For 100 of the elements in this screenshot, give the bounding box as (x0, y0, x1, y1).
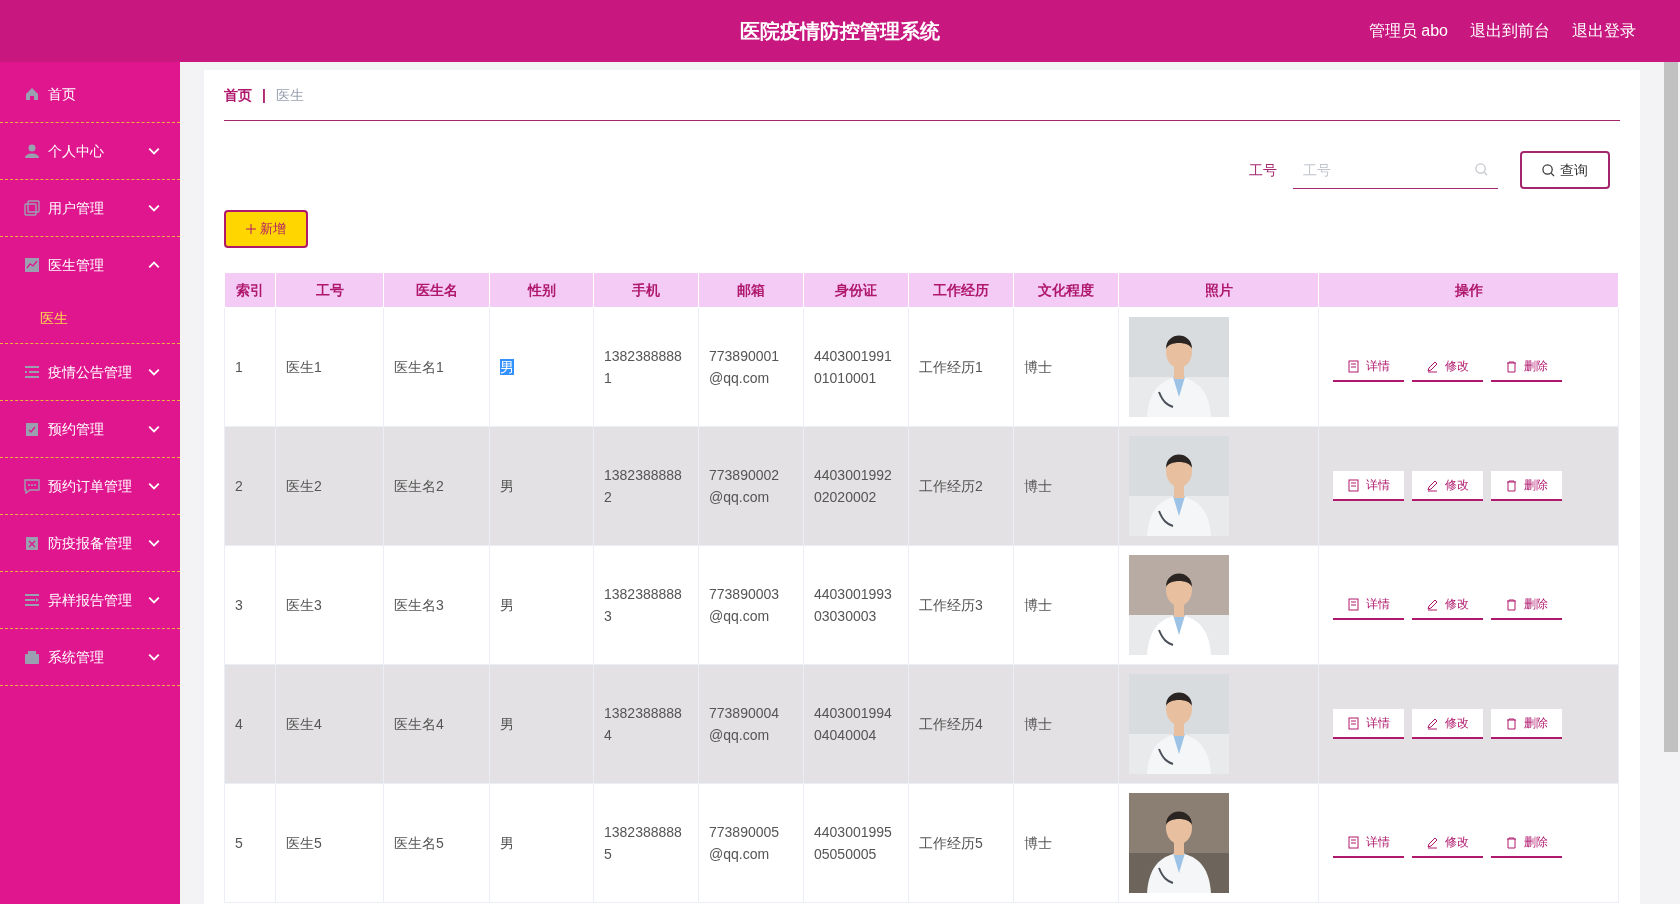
table-cell: 5 (235, 835, 243, 851)
trash-icon (1505, 716, 1518, 730)
table-cell: 13823888881 (604, 348, 682, 386)
sidebar-item[interactable]: 用户管理 (0, 180, 180, 236)
table-cell: 医生名3 (394, 597, 444, 613)
table-cell: 医生名1 (394, 359, 444, 375)
document-icon (1347, 478, 1360, 492)
sidebar-item[interactable]: 个人中心 (0, 123, 180, 179)
sidebar-item[interactable]: 首页 (0, 66, 180, 122)
table-cell: 医生2 (286, 478, 322, 494)
table-cell: 440300199101010001 (814, 348, 892, 386)
table-cell: 2 (235, 478, 243, 494)
column-header: 身份证 (803, 272, 909, 308)
table-cell: 4 (235, 716, 243, 732)
add-button[interactable]: 新增 (224, 210, 308, 248)
app-title: 医院疫情防控管理系统 (740, 20, 940, 42)
sidebar-item[interactable]: 异样报告管理 (0, 572, 180, 628)
table-cell: 1 (235, 359, 243, 375)
sidebar-item[interactable]: 防疫报备管理 (0, 515, 180, 571)
sidebar-item[interactable]: 预约管理 (0, 401, 180, 457)
column-header: 操作 (1318, 272, 1619, 308)
pencil-icon (1426, 359, 1439, 373)
table-cell: 773890004@qq.com (709, 705, 780, 743)
pencil-icon (1426, 478, 1439, 492)
wallet-icon (24, 649, 40, 665)
table-cell: 医生3 (286, 597, 322, 613)
table-cell: 博士 (1024, 716, 1052, 732)
table-cell: 773890002@qq.com (709, 467, 780, 505)
clipboard-icon (24, 421, 40, 437)
table-cell: 博士 (1024, 835, 1052, 851)
table-cell: 13823888882 (604, 467, 682, 505)
trash-icon (1505, 597, 1518, 611)
home-icon (24, 86, 40, 102)
table-cell: 医生4 (286, 716, 322, 732)
copy-icon (24, 200, 40, 216)
document-icon (1347, 835, 1360, 849)
table-cell: 工作经历5 (919, 835, 983, 851)
table-cell: 440300199505050005 (814, 824, 892, 862)
table-cell: 3 (235, 597, 243, 613)
breadcrumb-link[interactable]: 首页 (224, 84, 252, 106)
breadcrumb-separator: | (262, 85, 266, 105)
table-cell: 博士 (1024, 597, 1052, 613)
person-icon (24, 143, 40, 159)
search-icon (1475, 163, 1488, 176)
table-cell: 男 (500, 358, 514, 375)
plus-icon (246, 224, 256, 234)
table-cell: 13823888885 (604, 824, 682, 862)
column-header: 文化程度 (1013, 272, 1119, 308)
column-header: 工号 (275, 272, 384, 308)
search-button[interactable]: 查询 (1520, 151, 1610, 189)
sidebar-item[interactable]: 预约订单管理 (0, 458, 180, 514)
table-cell: 博士 (1024, 478, 1052, 494)
document-icon (1347, 597, 1360, 611)
table-cell: 医生名4 (394, 716, 444, 732)
trash-icon (1505, 478, 1518, 492)
list-icon (24, 592, 40, 608)
search-icon (1542, 163, 1555, 177)
table-cell: 440300199404040004 (814, 705, 892, 743)
sidebar-item[interactable]: 疫情公告管理 (0, 344, 180, 400)
pencil-icon (1426, 597, 1439, 611)
table-cell: 博士 (1024, 359, 1052, 375)
table-cell: 男 (500, 596, 514, 613)
search-label: 工号 (1249, 160, 1277, 180)
column-header: 照片 (1118, 272, 1319, 308)
user-label: 管理员 abo (1368, 21, 1448, 41)
sidebar-item[interactable]: 系统管理 (0, 629, 180, 685)
trash-icon (1505, 359, 1518, 373)
table-cell: 工作经历4 (919, 716, 983, 732)
document-icon (1347, 716, 1360, 730)
header-link[interactable]: 退出登录 (1572, 19, 1636, 43)
search-field[interactable]: 工号 (1293, 151, 1498, 189)
clipboard-icon (24, 535, 40, 551)
column-header: 性别 (489, 272, 594, 308)
delete-button[interactable]: 删除 (1491, 709, 1562, 739)
chart-icon (24, 257, 40, 273)
list-icon (24, 364, 40, 380)
detail-button[interactable]: 详情 (1333, 709, 1404, 739)
table-cell: 工作经历1 (919, 359, 983, 375)
table-cell: 医生1 (286, 359, 322, 375)
table-cell: 773890003@qq.com (709, 586, 780, 624)
chat-icon (24, 478, 40, 494)
table-cell: 男 (500, 477, 514, 494)
column-header: 医生名 (383, 272, 490, 308)
table-cell: 773890001@qq.com (709, 348, 780, 386)
table-cell: 440300199303030003 (814, 586, 892, 624)
table-cell: 男 (500, 715, 514, 732)
table-cell: 13823888883 (604, 586, 682, 624)
table-cell: 医生5 (286, 835, 322, 851)
table-cell: 男 (500, 834, 514, 851)
sidebar-item[interactable]: 医生管理 (0, 237, 180, 293)
header-link[interactable]: 退出到前台 (1470, 19, 1550, 43)
pencil-icon (1426, 835, 1439, 849)
table-cell: 工作经历3 (919, 597, 983, 613)
detail-button[interactable]: 详情 (1333, 471, 1404, 501)
table-cell: 440300199202020002 (814, 467, 892, 505)
edit-button[interactable]: 修改 (1412, 709, 1483, 739)
column-header: 工作经历 (908, 272, 1014, 308)
table-cell: 13823888884 (604, 705, 682, 743)
delete-button[interactable]: 删除 (1491, 471, 1562, 501)
edit-button[interactable]: 修改 (1412, 471, 1483, 501)
